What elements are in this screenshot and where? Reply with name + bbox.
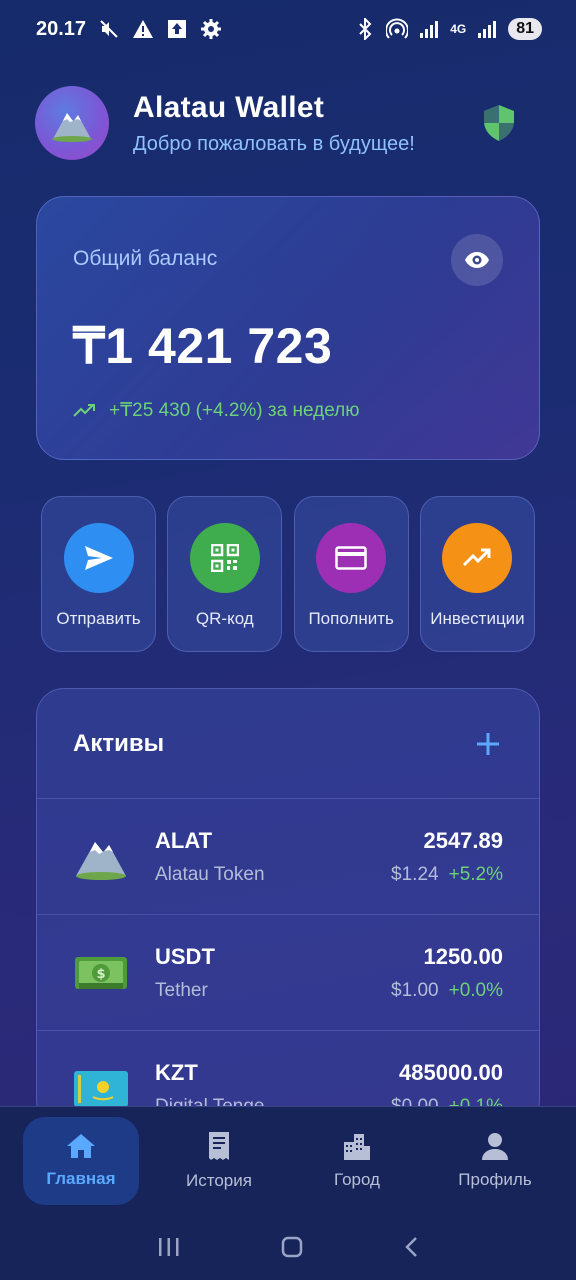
bottom-navigation: Главная История Город Профиль (0, 1106, 576, 1214)
system-navigation-bar (0, 1214, 576, 1280)
settings-gear-icon (200, 18, 222, 40)
dollar-bill-icon: $ (75, 956, 127, 989)
nav-item-home[interactable]: Главная (23, 1116, 139, 1205)
action-qr-circle (189, 523, 260, 593)
nav-item-profile[interactable]: Профиль (437, 1117, 553, 1205)
asset-values: 2547.89 $1.24 +5.2% (391, 828, 503, 886)
asset-amount: 1250.00 (423, 943, 503, 969)
asset-change: +5.2% (448, 863, 503, 885)
bluetooth-icon (354, 18, 376, 40)
asset-icon: $ (73, 945, 129, 1001)
receipt-icon (209, 1131, 229, 1160)
asset-values: 1250.00 $1.00 +0.0% (391, 944, 503, 1002)
home-icon (67, 1133, 95, 1158)
asset-row-usdt[interactable]: $ USDT Tether 1250.00 $1.00 +0.0% (37, 915, 539, 1031)
action-label: Инвестиции (430, 609, 525, 628)
asset-icon (73, 829, 129, 885)
add-asset-button[interactable] (473, 729, 503, 759)
action-label: QR-код (195, 609, 254, 628)
action-invest[interactable]: Инвестиции (419, 496, 535, 652)
trending-up-icon (463, 548, 491, 567)
back-icon[interactable] (403, 1236, 419, 1258)
nav-label: Город (334, 1169, 380, 1189)
nav-label: Главная (46, 1168, 116, 1188)
quick-actions: Отправить QR-код Пополнить Инвестиции (41, 496, 535, 654)
action-topup-circle (316, 523, 387, 593)
mute-icon (98, 18, 120, 40)
asset-name: Alatau Token (155, 863, 265, 885)
eye-icon (465, 252, 489, 268)
balance-change-text: +₸25 430 (+4.2%) за неделю (109, 400, 360, 421)
app-subtitle: Добро пожаловать в будущее! (133, 132, 415, 155)
upload-icon (166, 18, 188, 40)
action-send-circle (63, 523, 134, 593)
person-icon (482, 1132, 508, 1160)
network-type: 4G (450, 22, 467, 36)
asset-price: $1.24 (391, 863, 439, 885)
assets-card: Активы ALAT Alatau Token 2547.89 $1.24 +5… (36, 688, 540, 1128)
signal-icon-2 (476, 18, 498, 40)
asset-sub: $1.24 +5.2% (391, 864, 503, 886)
action-invest-circle (442, 523, 513, 593)
city-icon (344, 1133, 370, 1160)
action-label: Отправить (56, 609, 141, 628)
security-shield-icon[interactable] (479, 103, 519, 143)
mountain-icon (76, 841, 126, 880)
nav-label: Профиль (458, 1169, 532, 1189)
recent-apps-icon[interactable] (157, 1237, 181, 1257)
status-left: 20.17 (36, 18, 222, 41)
balance-change: +₸25 430 (+4.2%) за неделю (73, 399, 359, 422)
app-header: Alatau Wallet Добро пожаловать в будущее… (35, 86, 541, 160)
nav-item-city[interactable]: Город (299, 1117, 415, 1205)
mountain-icon (52, 113, 92, 142)
asset-sub: $1.00 +0.0% (391, 980, 503, 1002)
nav-item-history[interactable]: История (161, 1117, 277, 1205)
kazakhstan-flag-icon (74, 1071, 128, 1107)
asset-amount: 485000.00 (399, 1060, 503, 1085)
asset-amount: 2547.89 (423, 827, 503, 853)
app-title: Alatau Wallet (133, 90, 325, 124)
asset-names: USDT Tether (155, 944, 391, 1002)
header-text: Alatau Wallet Добро пожаловать в будущее… (133, 91, 479, 156)
plus-icon (477, 732, 499, 755)
status-right: 4G 81 (354, 18, 542, 40)
asset-names: ALAT Alatau Token (155, 828, 391, 886)
hotspot-icon (386, 18, 409, 40)
asset-symbol: USDT (155, 943, 215, 969)
asset-row-alat[interactable]: ALAT Alatau Token 2547.89 $1.24 +5.2% (37, 799, 539, 915)
action-qr[interactable]: QR-код (167, 496, 283, 652)
signal-icon (418, 18, 440, 40)
credit-card-icon (335, 546, 367, 570)
action-label: Пополнить (308, 609, 394, 628)
balance-card: Общий баланс ₸1 421 723 +₸25 430 (+4.2%)… (36, 196, 540, 460)
qr-code-icon (210, 544, 239, 572)
toggle-visibility-button[interactable] (451, 234, 503, 286)
home-button-icon[interactable] (281, 1236, 303, 1258)
assets-title: Активы (73, 729, 165, 757)
asset-price: $1.00 (391, 979, 439, 1001)
status-bar: 20.17 4G 81 (0, 0, 576, 58)
asset-symbol: ALAT (155, 827, 213, 853)
asset-name: Tether (155, 979, 208, 1001)
trending-up-icon (73, 403, 95, 417)
svg-text:$: $ (96, 967, 105, 982)
action-topup[interactable]: Пополнить (293, 496, 409, 652)
assets-header: Активы (37, 689, 539, 799)
battery-level: 81 (508, 18, 542, 40)
status-time: 20.17 (36, 17, 87, 40)
warning-icon (132, 18, 154, 40)
send-icon (84, 546, 113, 570)
asset-symbol: KZT (155, 1060, 198, 1085)
action-send[interactable]: Отправить (41, 496, 156, 652)
avatar[interactable] (35, 86, 109, 160)
asset-change: +0.0% (448, 979, 503, 1001)
balance-amount: ₸1 421 723 (73, 318, 333, 374)
nav-label: История (186, 1170, 252, 1190)
balance-label: Общий баланс (73, 247, 218, 270)
